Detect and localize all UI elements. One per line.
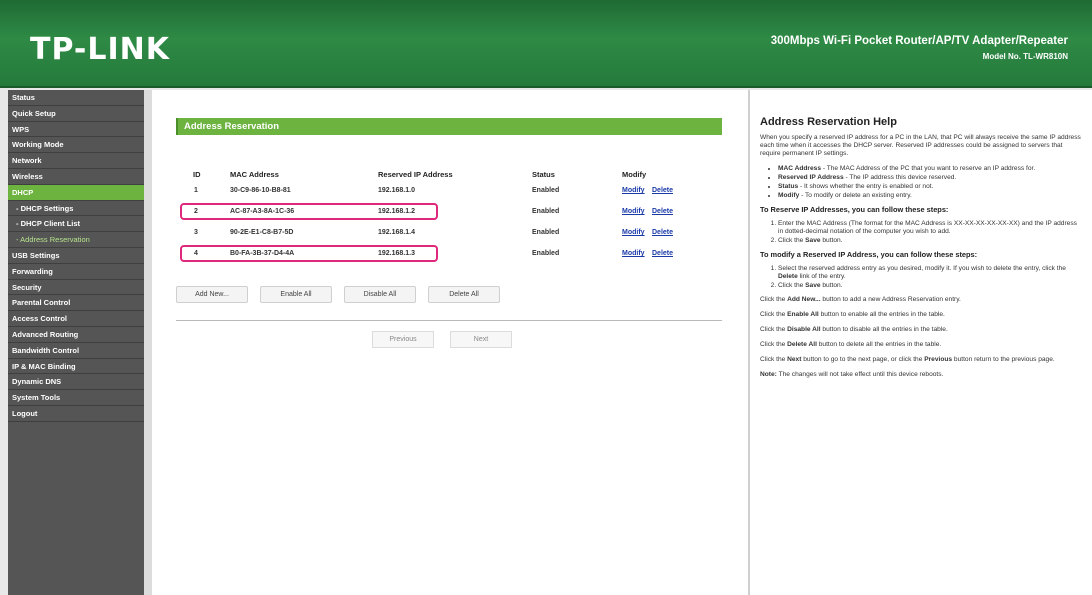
sidebar-item-access-control[interactable]: Access Control — [8, 311, 144, 327]
row-4-mac: B0-FA-3B-37-D4-4A — [230, 250, 295, 257]
help-next-note: Click the Next button to go to the next … — [760, 356, 1055, 363]
row-4-status: Enabled — [532, 250, 560, 257]
row-3-ip: 192.168.1.4 — [378, 229, 415, 236]
sidebar-item-dynamic-dns[interactable]: Dynamic DNS — [8, 374, 144, 391]
col-header-status: Status — [532, 170, 555, 179]
row-2-id: 2 — [194, 208, 198, 215]
help-def-item: Modify - To modify or delete an existing… — [778, 192, 1082, 200]
help-step: Select the reserved address entry as you… — [778, 265, 1082, 281]
model-number: Model No. TL-WR810N — [982, 52, 1068, 61]
sidebar-item-logout[interactable]: Logout — [8, 406, 144, 422]
help-modify-heading: To modify a Reserved IP Address, you can… — [760, 250, 978, 259]
sidebar-item-wps[interactable]: WPS — [8, 122, 144, 138]
col-header-ip: Reserved IP Address — [378, 170, 453, 179]
enable-all-button[interactable]: Enable All — [260, 286, 332, 303]
sidebar-item-network[interactable]: Network — [8, 153, 144, 169]
add-new-button[interactable]: Add New... — [176, 286, 248, 303]
row-3-id: 3 — [194, 229, 198, 236]
sidebar-item-bandwidth-control[interactable]: Bandwidth Control — [8, 343, 144, 359]
row-1-modify-link[interactable]: Modify — [622, 187, 645, 194]
help-modify-steps: Select the reserved address entry as you… — [778, 265, 1082, 290]
help-delete-note: Click the Delete All button to delete al… — [760, 341, 942, 348]
help-def-item: MAC Address - The MAC Address of the PC … — [778, 165, 1082, 173]
help-step: Enter the MAC Address (The format for th… — [778, 220, 1082, 236]
row-3-delete-link[interactable]: Delete — [652, 229, 673, 236]
nav-separator — [144, 90, 152, 595]
main-panel: Address Reservation ID MAC Address Reser… — [152, 90, 748, 595]
row-1-delete-link[interactable]: Delete — [652, 187, 673, 194]
sidebar-item-wireless[interactable]: Wireless — [8, 169, 144, 185]
tp-link-logo: TP-LINK — [30, 32, 171, 67]
help-definitions: MAC Address - The MAC Address of the PC … — [778, 165, 1082, 200]
sidebar-item-quick-setup[interactable]: Quick Setup — [8, 106, 144, 122]
help-def-item: Reserved IP Address - The IP address thi… — [778, 174, 1082, 182]
help-title: Address Reservation Help — [760, 116, 897, 128]
sidebar-item-status[interactable]: Status — [8, 90, 144, 106]
help-disable-note: Click the Disable All button to disable … — [760, 326, 948, 333]
disable-all-button[interactable]: Disable All — [344, 286, 416, 303]
row-4-delete-link[interactable]: Delete — [652, 250, 673, 257]
sidebar-nav: Status Quick Setup WPS Working Mode Netw… — [8, 90, 144, 595]
row-4-id: 4 — [194, 250, 198, 257]
row-3-modify-link[interactable]: Modify — [622, 229, 645, 236]
help-enable-note: Click the Enable All button to enable al… — [760, 311, 945, 318]
header-banner: TP-LINK 300Mbps Wi-Fi Pocket Router/AP/T… — [0, 0, 1092, 88]
help-def-item: Status - It shows whether the entry is e… — [778, 183, 1082, 191]
sidebar-item-parental-control[interactable]: Parental Control — [8, 295, 144, 312]
row-2-mac: AC-87-A3-8A-1C-36 — [230, 208, 295, 215]
sidebar-item-dhcp[interactable]: DHCP — [8, 184, 144, 201]
row-1-mac: 30-C9-86-10-B8-81 — [230, 187, 291, 194]
help-step: Click the Save button. — [778, 237, 1082, 245]
help-reserve-heading: To Reserve IP Addresses, you can follow … — [760, 205, 949, 214]
sidebar-item-forwarding[interactable]: Forwarding — [8, 264, 144, 280]
product-name: 300Mbps Wi-Fi Pocket Router/AP/TV Adapte… — [770, 35, 1068, 47]
section-title: Address Reservation — [176, 118, 722, 135]
delete-all-button[interactable]: Delete All — [428, 286, 500, 303]
col-header-id: ID — [193, 170, 201, 179]
row-3-status: Enabled — [532, 229, 560, 236]
row-3-mac: 90-2E-E1-C8-B7-5D — [230, 229, 294, 236]
sidebar-item-dhcp-client-list[interactable]: - DHCP Client List — [8, 216, 144, 233]
row-2-ip: 192.168.1.2 — [378, 208, 415, 215]
row-1-ip: 192.168.1.0 — [378, 187, 415, 194]
row-4-modify-link[interactable]: Modify — [622, 250, 645, 257]
previous-button[interactable]: Previous — [372, 331, 434, 348]
row-4-ip: 192.168.1.3 — [378, 250, 415, 257]
product-title: 300Mbps Wi-Fi Pocket Router/AP/TV Adapte… — [771, 34, 1068, 64]
col-header-mac: MAC Address — [230, 170, 279, 179]
help-panel: Address Reservation Help When you specif… — [750, 90, 1092, 595]
sidebar-item-advanced-routing[interactable]: Advanced Routing — [8, 327, 144, 343]
sidebar-item-security[interactable]: Security — [8, 280, 144, 296]
sidebar-item-dhcp-settings[interactable]: - DHCP Settings — [8, 201, 144, 217]
row-2-delete-link[interactable]: Delete — [652, 208, 673, 215]
sidebar-item-usb-settings[interactable]: USB Settings — [8, 248, 144, 264]
sidebar-item-working-mode[interactable]: Working Mode — [8, 137, 144, 154]
help-step: Click the Save button. — [778, 282, 1082, 290]
content-divider — [176, 320, 722, 321]
row-1-id: 1 — [194, 187, 198, 194]
sidebar-item-ip-mac-binding[interactable]: IP & MAC Binding — [8, 359, 144, 375]
row-2-modify-link[interactable]: Modify — [622, 208, 645, 215]
sidebar-item-system-tools[interactable]: System Tools — [8, 390, 144, 406]
help-reboot-note: Note: The changes will not take effect u… — [760, 371, 944, 378]
sidebar-item-address-reservation[interactable]: - Address Reservation — [8, 232, 144, 248]
help-intro: When you specify a reserved IP address f… — [760, 134, 1081, 157]
row-2-status: Enabled — [532, 208, 560, 215]
next-button[interactable]: Next — [450, 331, 512, 348]
col-header-modify: Modify — [622, 170, 647, 179]
help-reserve-steps: Enter the MAC Address (The format for th… — [778, 220, 1082, 245]
row-1-status: Enabled — [532, 187, 560, 194]
help-add-note: Click the Add New... button to add a new… — [760, 296, 961, 303]
